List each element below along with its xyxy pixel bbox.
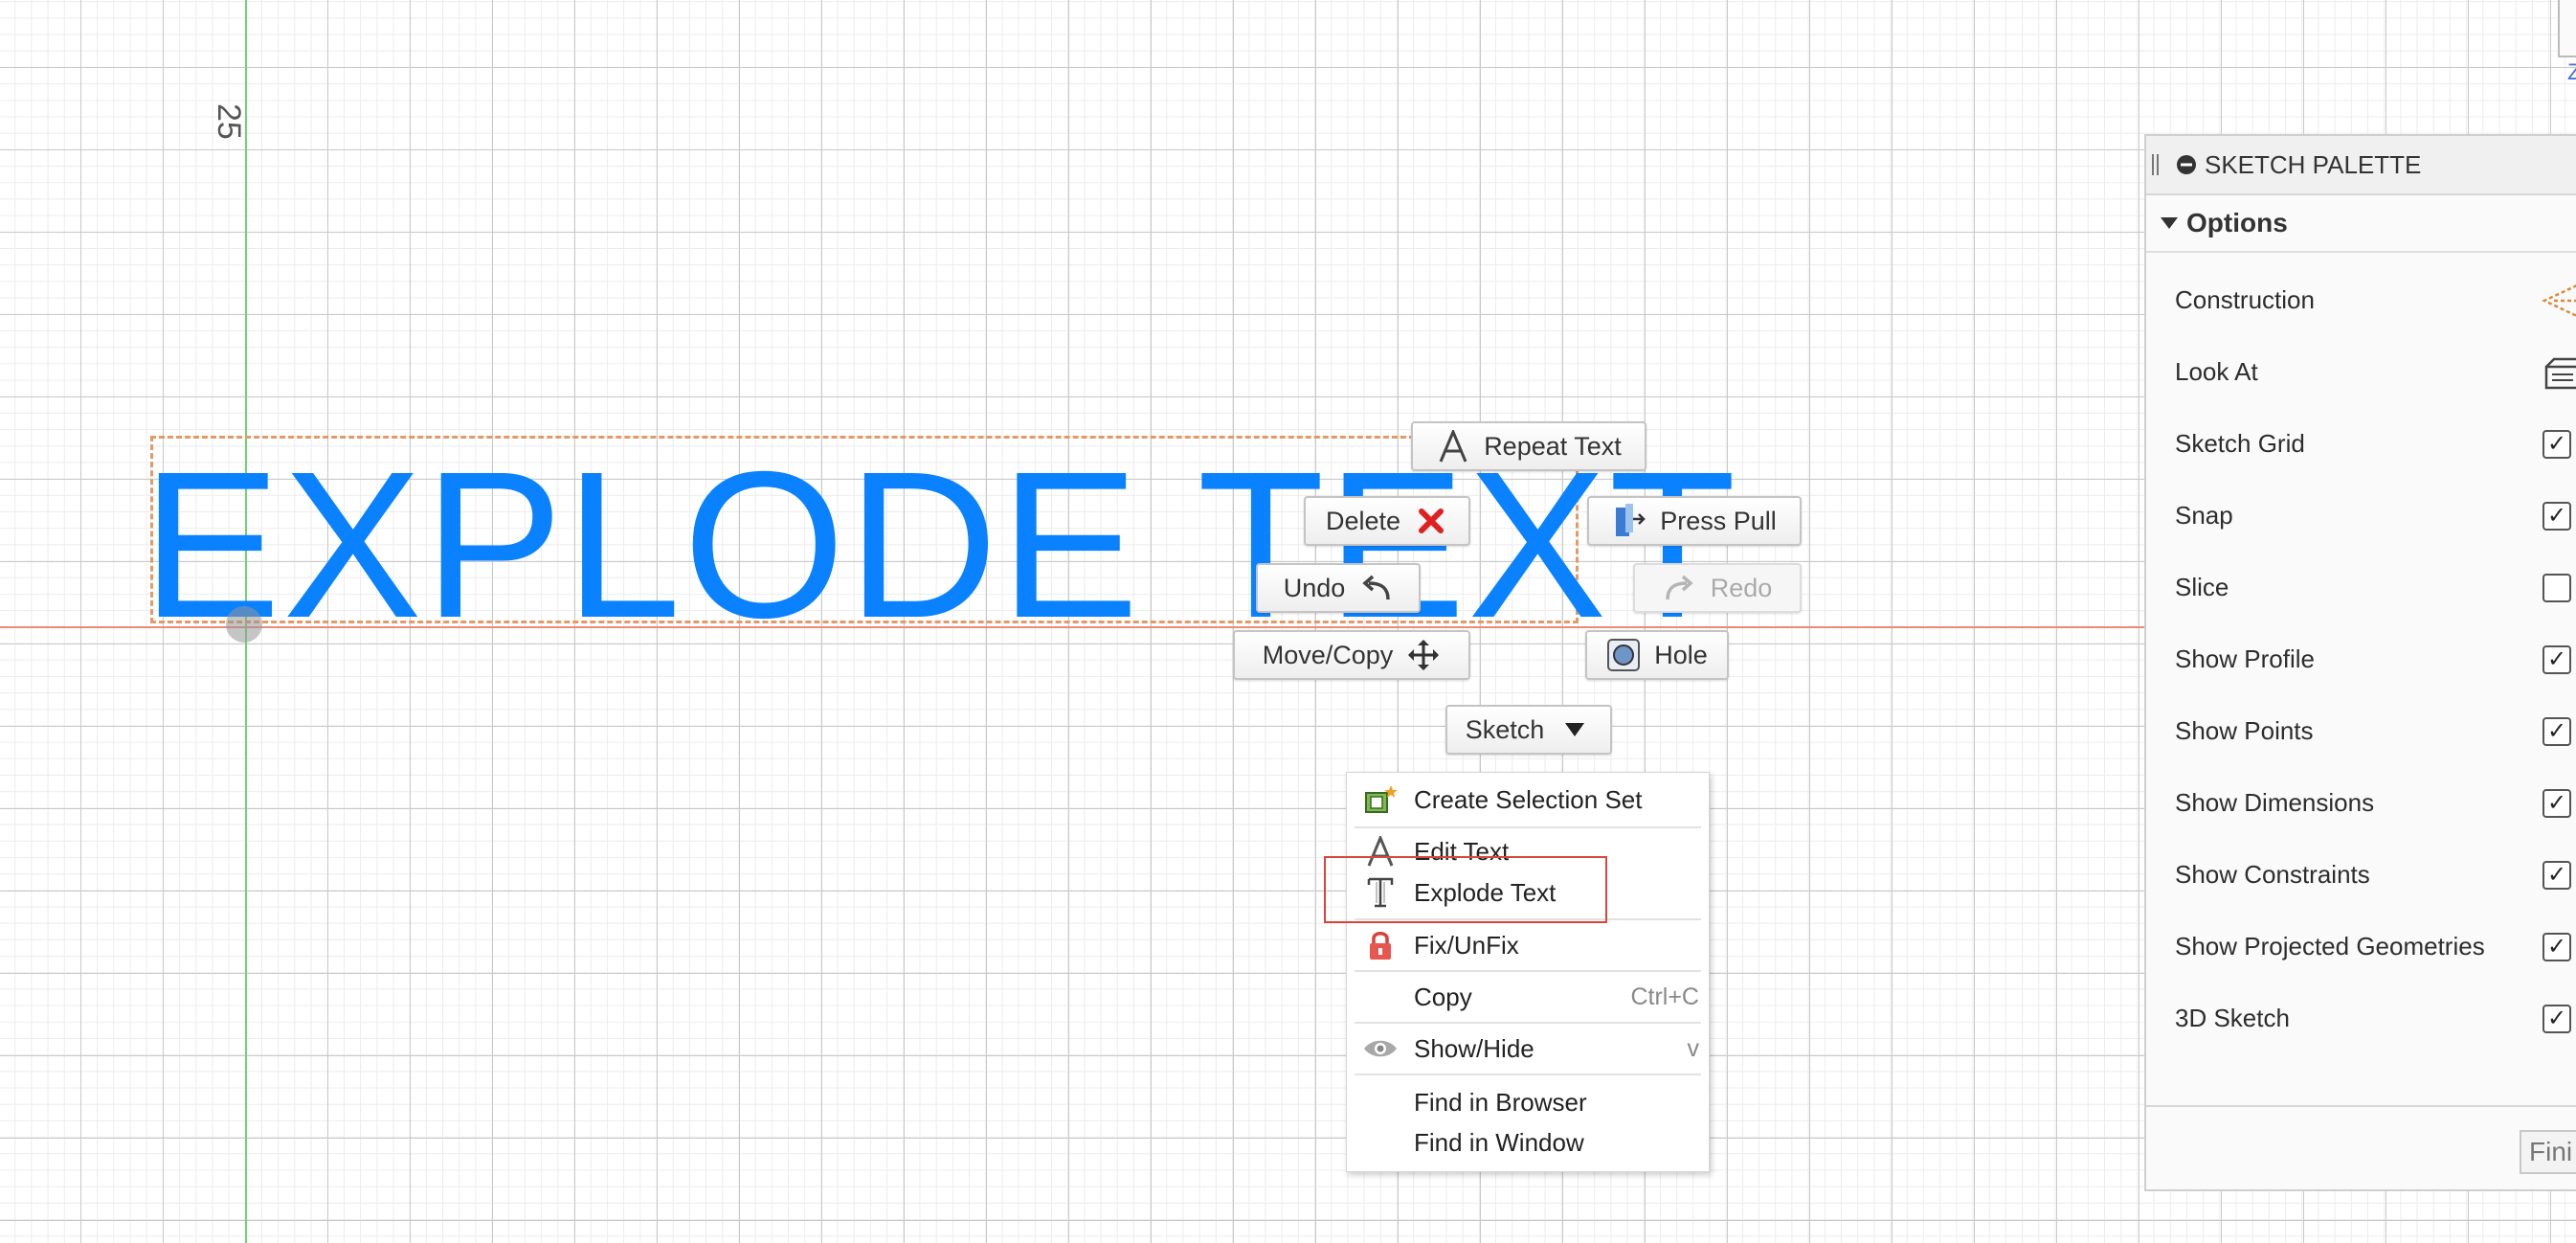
menu-item-label: Show/Hide <box>1414 1033 1534 1063</box>
view-cube-axis-label: Z <box>2567 59 2576 85</box>
finish-sketch-button[interactable]: Fini <box>2520 1130 2576 1174</box>
delete-label: Delete <box>1325 506 1401 535</box>
option-label: Look At <box>2175 357 2258 386</box>
menu-item-find-in-browser[interactable]: Find in Browser <box>1347 1081 1709 1123</box>
menu-item-find-in-window[interactable]: Find in Window <box>1347 1121 1709 1164</box>
3d-sketch-checkbox[interactable]: ✓ <box>2542 1004 2571 1033</box>
delete-button[interactable]: Delete <box>1304 496 1470 546</box>
look-at-icon[interactable] <box>2542 355 2576 390</box>
show-points-checkbox[interactable]: ✓ <box>2542 716 2571 746</box>
option-construction: Construction <box>2146 264 2576 336</box>
show-dimensions-checkbox[interactable]: ✓ <box>2542 788 2571 818</box>
menu-item-label: Find in Browser <box>1414 1087 1587 1117</box>
menu-item-label: Copy <box>1414 982 1472 1011</box>
option-slice: Slice <box>2146 552 2576 623</box>
origin-point[interactable] <box>226 606 262 643</box>
option-show-constraints: Show Constraints ✓ <box>2146 839 2576 911</box>
redo-arrow-icon <box>1663 571 1697 605</box>
palette-title: SKETCH PALETTE <box>2205 149 2422 179</box>
redo-button[interactable]: Redo <box>1633 563 1802 613</box>
dimension-label: 25 <box>211 103 247 140</box>
option-label: Show Constraints <box>2175 860 2370 889</box>
option-label: Sketch Grid <box>2175 429 2305 458</box>
triangle-down-icon <box>2160 215 2179 231</box>
view-cube-edge[interactable] <box>2558 0 2576 57</box>
hole-icon <box>1606 638 1641 672</box>
snap-checkbox[interactable]: ✓ <box>2542 501 2571 531</box>
press-pull-icon <box>1612 504 1646 538</box>
menu-divider <box>1355 826 1701 828</box>
menu-item-fix-unfix[interactable]: Fix/UnFix <box>1347 924 1709 966</box>
sketch-palette-panel: SKETCH PALETTE Options Construction Look… <box>2144 134 2576 1191</box>
repeat-text-label: Repeat Text <box>1484 431 1622 461</box>
sketch-grid-checkbox[interactable]: ✓ <box>2542 429 2571 459</box>
eye-icon <box>1347 1037 1414 1060</box>
options-section-label: Options <box>2186 208 2288 237</box>
repeat-text-button[interactable]: Repeat Text <box>1411 421 1646 471</box>
option-look-at: Look At <box>2146 336 2576 408</box>
option-label: Slice <box>2175 573 2229 601</box>
context-menu: Create Selection Set Edit Text Explode T… <box>1346 772 1710 1172</box>
option-show-points: Show Points ✓ <box>2146 695 2576 767</box>
menu-item-create-selection-set[interactable]: Create Selection Set <box>1347 779 1709 821</box>
sketch-text-object[interactable]: EXPLODE TEXT <box>142 441 1738 650</box>
menu-divider <box>1355 970 1701 972</box>
menu-item-label: Create Selection Set <box>1414 784 1643 814</box>
lock-icon <box>1347 929 1414 961</box>
menu-item-label: Fix/UnFix <box>1414 930 1519 960</box>
options-section-header[interactable]: Options <box>2146 195 2576 253</box>
menu-item-copy[interactable]: Copy Ctrl+C <box>1347 976 1709 1018</box>
text-a-icon <box>1436 429 1470 463</box>
highlight-annotation-box <box>1324 856 1607 923</box>
option-label: Show Points <box>2175 716 2314 745</box>
drag-handle-icon[interactable] <box>2152 154 2159 175</box>
move-copy-label: Move/Copy <box>1262 640 1394 669</box>
option-label: Construction <box>2175 285 2315 314</box>
sketch-dropdown-label: Sketch <box>1465 714 1545 744</box>
delete-x-icon <box>1414 504 1448 538</box>
move-arrows-icon <box>1406 638 1441 672</box>
option-sketch-grid: Sketch Grid ✓ <box>2146 408 2576 480</box>
show-profile-checkbox[interactable]: ✓ <box>2542 644 2571 674</box>
collapse-circle-icon[interactable] <box>2176 154 2197 175</box>
option-snap: Snap ✓ <box>2146 480 2576 552</box>
undo-arrow-icon <box>1358 571 1393 605</box>
option-label: Snap <box>2175 501 2233 530</box>
option-show-profile: Show Profile ✓ <box>2146 623 2576 695</box>
press-pull-label: Press Pull <box>1660 506 1777 535</box>
option-label: Show Profile <box>2175 644 2315 673</box>
move-copy-button[interactable]: Move/Copy <box>1233 630 1470 680</box>
menu-item-shortcut: v <box>1687 1034 1700 1062</box>
menu-item-label: Find in Window <box>1414 1127 1584 1157</box>
sketch-dropdown-button[interactable]: Sketch <box>1445 705 1612 755</box>
undo-label: Undo <box>1283 573 1346 602</box>
hole-label: Hole <box>1654 640 1708 669</box>
palette-footer-divider <box>2146 1105 2576 1107</box>
hole-button[interactable]: Hole <box>1585 630 1729 680</box>
chevron-down-icon <box>1557 712 1592 747</box>
menu-divider <box>1355 1022 1701 1024</box>
option-show-dimensions: Show Dimensions ✓ <box>2146 767 2576 839</box>
menu-divider <box>1355 1074 1701 1075</box>
option-label: Show Dimensions <box>2175 788 2375 817</box>
option-3d-sketch: 3D Sketch ✓ <box>2146 983 2576 1054</box>
show-projected-geometries-checkbox[interactable]: ✓ <box>2542 932 2571 961</box>
construction-icon[interactable] <box>2541 283 2576 318</box>
slice-checkbox[interactable] <box>2542 573 2571 602</box>
palette-header[interactable]: SKETCH PALETTE <box>2146 136 2576 195</box>
option-label: Show Projected Geometries <box>2175 932 2485 960</box>
press-pull-button[interactable]: Press Pull <box>1587 496 1802 546</box>
show-constraints-checkbox[interactable]: ✓ <box>2542 860 2571 890</box>
option-label: 3D Sketch <box>2175 1004 2290 1032</box>
undo-button[interactable]: Undo <box>1256 563 1421 613</box>
option-show-projected-geometries: Show Projected Geometries ✓ <box>2146 911 2576 983</box>
menu-item-show-hide[interactable]: Show/Hide v <box>1347 1028 1709 1070</box>
menu-item-shortcut: Ctrl+C <box>1630 983 1699 1010</box>
selection-set-icon <box>1347 783 1414 816</box>
redo-label: Redo <box>1710 573 1773 602</box>
